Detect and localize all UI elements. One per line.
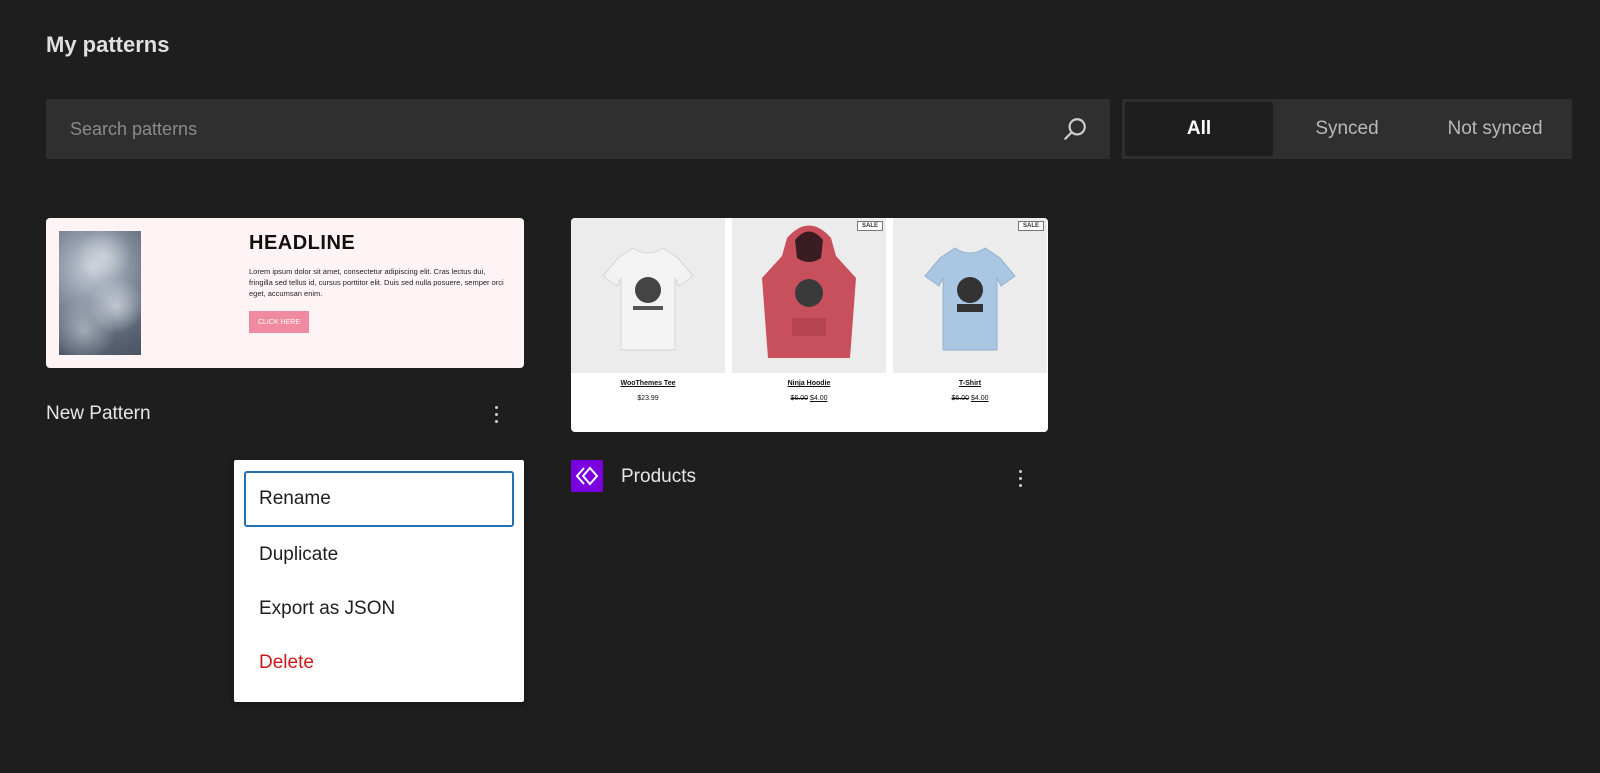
preview-headline: HEADLINE: [249, 232, 356, 254]
product-image: SALE: [893, 218, 1047, 373]
product-sale-price: $4.00: [809, 395, 828, 402]
more-options-icon[interactable]: [484, 399, 508, 429]
pattern-actions-menu: Rename Duplicate Export as JSON Delete: [234, 460, 524, 702]
search-box: [46, 99, 1110, 159]
menu-item-export-json[interactable]: Export as JSON: [244, 581, 514, 637]
hoodie-icon: [762, 225, 856, 358]
cloud-image: [59, 231, 141, 355]
preview-body: Lorem ipsum dolor sit amet, consectetur …: [249, 267, 504, 298]
product-sale-price: $4.00: [970, 395, 989, 402]
product-image: [571, 218, 725, 373]
product-name: Ninja Hoodie: [787, 380, 831, 387]
menu-item-duplicate[interactable]: Duplicate: [244, 527, 514, 583]
filter-synced[interactable]: Synced: [1273, 102, 1421, 156]
product-old-price: $6.00: [951, 395, 970, 402]
menu-item-rename[interactable]: Rename: [244, 471, 514, 527]
tshirt-icon: [602, 247, 694, 351]
product-image: SALE: [732, 218, 886, 373]
more-options-icon[interactable]: [1008, 463, 1032, 493]
product-name: T-Shirt: [958, 380, 982, 387]
tshirt-icon: [924, 247, 1016, 351]
pattern-title-new-pattern[interactable]: New Pattern: [46, 403, 151, 425]
sale-badge: SALE: [1017, 221, 1044, 231]
product-price: $6.00 $4.00: [893, 395, 1047, 402]
synced-pattern-icon: [571, 460, 603, 492]
menu-item-delete[interactable]: Delete: [244, 635, 514, 691]
pattern-title-products[interactable]: Products: [621, 466, 696, 488]
search-icon[interactable]: [1062, 116, 1088, 142]
product-price: $6.00 $4.00: [732, 395, 886, 402]
pattern-preview-products[interactable]: SALE SALE WooThemes Tee $23.99 Ninja Hoo…: [571, 218, 1048, 432]
filter-all[interactable]: All: [1125, 102, 1273, 156]
sale-badge: SALE: [856, 221, 883, 231]
filter-not-synced[interactable]: Not synced: [1421, 102, 1569, 156]
product-price: $23.99: [637, 395, 659, 402]
preview-button: CLICK HERE: [249, 311, 309, 333]
page-title: My patterns: [46, 32, 170, 57]
sync-filter: All Synced Not synced: [1122, 99, 1572, 159]
search-input[interactable]: [46, 99, 1110, 159]
product-old-price: $6.00: [790, 395, 809, 402]
pattern-preview-new-pattern[interactable]: HEADLINE Lorem ipsum dolor sit amet, con…: [46, 218, 524, 368]
product-name: WooThemes Tee: [620, 380, 676, 387]
